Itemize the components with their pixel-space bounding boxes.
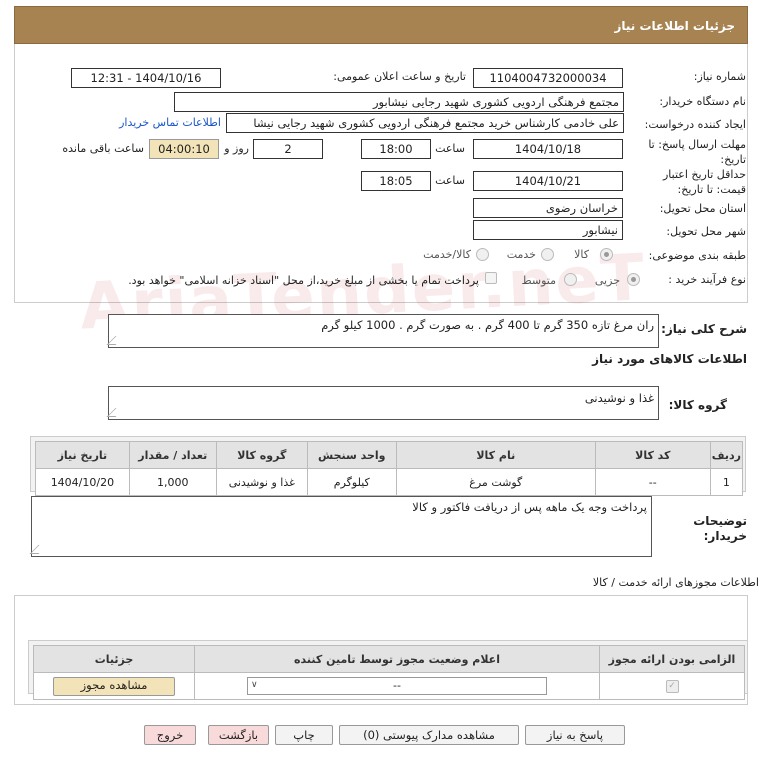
process-radio-minor[interactable]	[627, 273, 640, 286]
buyer-notes-text: پرداخت وجه یک ماهه پس از دریافت فاکتور و…	[412, 500, 647, 514]
days-field: 2	[253, 139, 323, 159]
need-number-field: 1104004732000034	[473, 68, 623, 88]
contact-buyer-link[interactable]: اطلاعات تماس خریدار	[119, 116, 221, 129]
col-row-number: ردیف	[709, 441, 744, 469]
category-radio-goods[interactable]	[600, 248, 613, 261]
process-radio-medium[interactable]	[564, 273, 577, 286]
resize-handle-icon[interactable]	[29, 545, 48, 554]
treasury-checkbox[interactable]	[485, 272, 497, 284]
goods-group-text: غذا و نوشیدنی	[584, 391, 654, 405]
deadline-label: مهلت ارسال پاسخ: تا	[648, 138, 746, 151]
validity-time-label: ساعت	[435, 174, 465, 187]
page-header: جزئیات اطلاعات نیاز	[14, 6, 748, 44]
cell-permit-status: -- ∨	[194, 672, 600, 700]
goods-table-panel: ردیف کد کالا نام کالا واحد سنجش گروه کال…	[30, 436, 746, 496]
buyer-org-label: نام دستگاه خریدار:	[659, 95, 746, 108]
col-item-name: نام کالا	[395, 441, 596, 469]
remaining-time-field: 04:00:10	[149, 139, 219, 159]
cell-need-date: 1404/10/20	[35, 468, 130, 496]
goods-group-label: گروه کالا:	[668, 398, 727, 412]
city-label: شهر محل تحویل:	[666, 225, 746, 238]
validity-label: حداقل تاریخ اعتبار	[662, 168, 746, 181]
permits-table-panel: الزامی بودن ارائه مجوز اعلام وضعیت مجوز …	[28, 640, 748, 700]
deadline-label-date: تاریخ:	[720, 153, 746, 166]
permit-status-select[interactable]: -- ∨	[247, 677, 547, 695]
resize-handle-icon[interactable]	[106, 408, 125, 417]
view-attachments-button[interactable]: مشاهده مدارک پیوستی (0)	[339, 725, 519, 745]
cell-permit-details: مشاهده مجوز	[33, 672, 195, 700]
buyer-notes-label: توضیحات	[693, 514, 747, 528]
treasury-payment-note: پرداخت تمام یا بخشی از مبلغ خرید،از محل …	[128, 274, 479, 287]
cell-item-code: --	[594, 468, 711, 496]
table-row: ✓ -- ∨ مشاهده مجوز	[33, 672, 745, 700]
description-textarea: ران مرغ تازه 350 گرم تا 400 گرم . به صور…	[106, 314, 659, 348]
validity-time-field: 18:05	[361, 171, 431, 191]
buyer-notes-textarea: پرداخت وجه یک ماهه پس از دریافت فاکتور و…	[29, 496, 652, 557]
respond-button[interactable]: پاسخ به نیاز	[525, 725, 625, 745]
announce-label: تاریخ و ساعت اعلان عمومی:	[333, 70, 466, 83]
category-option-service: خدمت	[506, 248, 536, 261]
col-item-code: کد کالا	[594, 441, 711, 469]
process-option-medium: متوسط	[521, 274, 556, 287]
permits-section-title: اطلاعات مجوزهای ارائه خدمت / کالا	[592, 576, 759, 589]
col-group: گروه کالا	[215, 441, 308, 469]
cell-row-number: 1	[709, 468, 744, 496]
view-permit-button[interactable]: مشاهده مجوز	[53, 676, 175, 696]
category-option-goods-service: کالا/خدمت	[423, 248, 471, 261]
col-quantity: تعداد / مقدار	[128, 441, 217, 469]
cell-unit: کیلوگرم	[306, 468, 397, 496]
deadline-date-field: 1404/10/18	[473, 139, 623, 159]
col-unit: واحد سنجش	[306, 441, 397, 469]
goods-group-textarea: غذا و نوشیدنی	[106, 386, 659, 420]
remaining-label: ساعت باقی مانده	[62, 142, 144, 155]
goods-section-title: اطلاعات کالاهای مورد نیاز	[592, 352, 747, 366]
deadline-time-field: 18:00	[361, 139, 431, 159]
process-option-minor: جزیی	[594, 274, 620, 287]
need-number-label: شماره نیاز:	[693, 70, 746, 83]
cell-permit-required: ✓	[599, 672, 745, 700]
goods-table: ردیف کد کالا نام کالا واحد سنجش گروه کال…	[35, 441, 744, 496]
province-field: خراسان رضوی	[473, 198, 623, 218]
category-radio-service[interactable]	[541, 248, 554, 261]
buyer-notes-label-2: خریدار:	[703, 529, 747, 543]
requester-field: علی خادمی کارشناس خرید مجتمع فرهنگی اردو…	[226, 113, 624, 133]
cell-quantity: 1,000	[128, 468, 217, 496]
validity-date-field: 1404/10/21	[473, 171, 623, 191]
announce-field: 1404/10/16 - 12:31	[71, 68, 221, 88]
process-label: نوع فرآیند خرید :	[668, 273, 746, 286]
col-permit-status: اعلام وضعیت مجوز توسط تامین کننده	[194, 645, 600, 673]
description-text: ران مرغ تازه 350 گرم تا 400 گرم . به صور…	[321, 318, 654, 332]
chevron-down-icon: ∨	[251, 680, 258, 690]
page-title: جزئیات اطلاعات نیاز	[614, 19, 735, 33]
cell-group: غذا و نوشیدنی	[215, 468, 308, 496]
print-button[interactable]: چاپ	[275, 725, 333, 745]
permit-status-value: --	[393, 679, 401, 692]
permits-table-header: الزامی بودن ارائه مجوز اعلام وضعیت مجوز …	[33, 645, 745, 673]
deadline-time-label: ساعت	[435, 142, 465, 155]
col-permit-required: الزامی بودن ارائه مجوز	[599, 645, 745, 673]
back-button[interactable]: بازگشت	[208, 725, 269, 745]
description-label: شرح کلی نیاز:	[661, 322, 747, 336]
exit-button[interactable]: خروج	[144, 725, 196, 745]
category-radio-goods-service[interactable]	[476, 248, 489, 261]
city-field: نیشابور	[473, 220, 623, 240]
buyer-org-field: مجتمع فرهنگی اردویی کشوری شهید رجایی نیش…	[174, 92, 624, 112]
category-label: طبقه بندی موضوعی:	[648, 249, 746, 262]
resize-handle-icon[interactable]	[106, 336, 125, 345]
cell-item-name: گوشت مرغ	[395, 468, 596, 496]
table-row: 1 -- گوشت مرغ کیلوگرم غذا و نوشیدنی 1,00…	[35, 468, 744, 496]
province-label: استان محل تحویل:	[659, 202, 746, 215]
col-need-date: تاریخ نیاز	[35, 441, 130, 469]
days-label: روز و	[224, 142, 249, 155]
validity-label-date: قیمت: تا تاریخ:	[677, 183, 746, 196]
permits-table: الزامی بودن ارائه مجوز اعلام وضعیت مجوز …	[33, 645, 745, 700]
category-option-goods: کالا	[574, 248, 589, 261]
requester-label: ایجاد کننده درخواست:	[644, 118, 746, 131]
permit-required-checkbox: ✓	[665, 679, 679, 693]
col-permit-details: جزئیات	[33, 645, 195, 673]
goods-table-header: ردیف کد کالا نام کالا واحد سنجش گروه کال…	[35, 441, 744, 469]
